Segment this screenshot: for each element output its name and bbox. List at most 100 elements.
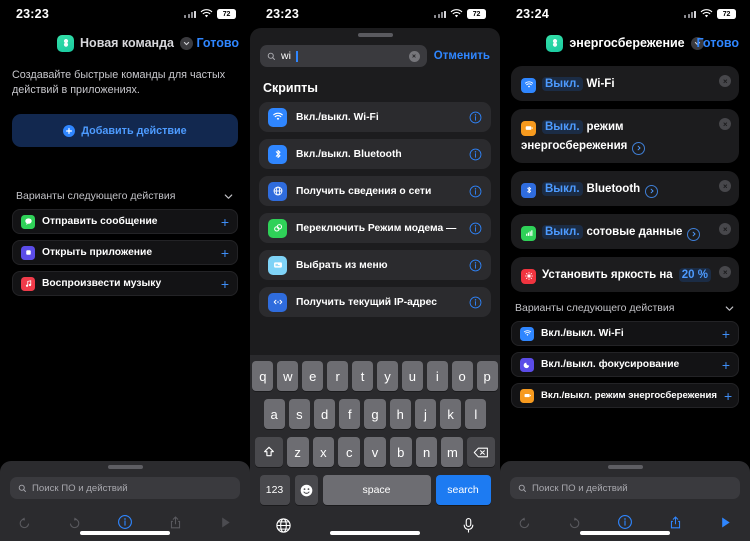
- remove-circle-icon[interactable]: [719, 75, 731, 87]
- toggle-token[interactable]: Выкл.: [542, 120, 583, 134]
- info-icon[interactable]: [469, 296, 482, 309]
- action-card[interactable]: Установить яркость на 20 %: [511, 257, 739, 292]
- list-item[interactable]: Вкл./выкл. режим энергосбережения +: [511, 383, 739, 408]
- key-n[interactable]: n: [415, 437, 438, 467]
- info-icon[interactable]: [469, 148, 482, 161]
- key-h[interactable]: h: [389, 399, 411, 429]
- info-icon[interactable]: [617, 514, 633, 530]
- list-item[interactable]: Вкл./выкл. Wi-Fi: [259, 102, 491, 132]
- list-item[interactable]: Воспроизвести музыку +: [12, 271, 238, 296]
- clear-circle-icon[interactable]: [408, 50, 420, 62]
- plus-icon[interactable]: +: [221, 246, 229, 260]
- numbers-key[interactable]: 123: [259, 475, 290, 505]
- microphone-icon[interactable]: [461, 517, 476, 539]
- key-m[interactable]: m: [441, 437, 464, 467]
- key-b[interactable]: b: [389, 437, 412, 467]
- list-item[interactable]: Выбрать из меню: [259, 250, 491, 280]
- list-item[interactable]: Вкл./выкл. Bluetooth: [259, 139, 491, 169]
- list-item[interactable]: Переключить Режим модема —: [259, 213, 491, 243]
- action-card[interactable]: Выкл. Bluetooth: [511, 171, 739, 206]
- chevron-down-icon[interactable]: [223, 191, 234, 202]
- brightness-value[interactable]: 20 %: [678, 268, 711, 282]
- key-q[interactable]: q: [252, 361, 274, 391]
- key-j[interactable]: j: [414, 399, 437, 429]
- chevron-right-icon[interactable]: [645, 184, 659, 198]
- key-x[interactable]: x: [312, 437, 335, 467]
- key-y[interactable]: y: [377, 361, 398, 391]
- sheet-grabber[interactable]: [607, 465, 643, 469]
- redo-icon[interactable]: [67, 515, 82, 530]
- plus-icon[interactable]: +: [722, 327, 730, 341]
- search-input[interactable]: Поиск ПО и действий: [510, 477, 740, 499]
- sheet-grabber[interactable]: [107, 465, 143, 469]
- plus-icon[interactable]: +: [722, 358, 730, 372]
- shift-icon[interactable]: [254, 437, 283, 467]
- key-l[interactable]: l: [465, 399, 487, 429]
- suggestions-header[interactable]: Варианты следующего действия: [12, 190, 238, 202]
- plus-icon[interactable]: +: [221, 215, 229, 229]
- backspace-icon[interactable]: [467, 437, 496, 467]
- emoji-icon[interactable]: [294, 475, 318, 505]
- shortcut-title-group[interactable]: Новая команда: [57, 34, 193, 52]
- globe-key-icon[interactable]: [275, 517, 292, 539]
- list-item[interactable]: Вкл./выкл. фокусирование +: [511, 352, 739, 377]
- key-t[interactable]: t: [352, 361, 373, 391]
- key-w[interactable]: w: [277, 361, 299, 391]
- remove-circle-icon[interactable]: [719, 266, 731, 278]
- plus-icon[interactable]: +: [221, 277, 229, 291]
- search-input[interactable]: wi: [260, 45, 427, 67]
- share-icon[interactable]: [668, 515, 683, 530]
- chevron-right-icon[interactable]: [632, 141, 646, 155]
- play-icon[interactable]: [718, 515, 733, 530]
- remove-circle-icon[interactable]: [719, 118, 731, 130]
- remove-circle-icon[interactable]: [719, 223, 731, 235]
- list-item[interactable]: Открыть приложение +: [12, 240, 238, 265]
- key-e[interactable]: e: [302, 361, 324, 391]
- remove-circle-icon[interactable]: [719, 180, 731, 192]
- info-icon[interactable]: [469, 111, 482, 124]
- redo-icon[interactable]: [567, 515, 582, 530]
- search-input[interactable]: Поиск ПО и действий: [10, 477, 240, 499]
- key-k[interactable]: k: [440, 399, 462, 429]
- toggle-token[interactable]: Выкл.: [542, 77, 583, 91]
- list-item[interactable]: Вкл./выкл. Wi-Fi +: [511, 321, 739, 346]
- share-icon[interactable]: [168, 515, 183, 530]
- done-button[interactable]: Готово: [696, 36, 739, 50]
- key-z[interactable]: z: [286, 437, 309, 467]
- key-g[interactable]: g: [364, 399, 386, 429]
- key-c[interactable]: c: [338, 437, 361, 467]
- key-v[interactable]: v: [364, 437, 386, 467]
- key-f[interactable]: f: [339, 399, 361, 429]
- play-icon[interactable]: [218, 515, 233, 530]
- info-icon[interactable]: [469, 259, 482, 272]
- key-p[interactable]: p: [476, 361, 498, 391]
- key-d[interactable]: d: [313, 399, 336, 429]
- key-s[interactable]: s: [288, 399, 310, 429]
- plus-icon[interactable]: +: [724, 389, 732, 403]
- done-button[interactable]: Готово: [196, 36, 239, 50]
- suggestions-header[interactable]: Варианты следующего действия: [511, 302, 739, 314]
- add-action-button[interactable]: Добавить действие: [12, 114, 238, 147]
- key-a[interactable]: a: [263, 399, 285, 429]
- action-card[interactable]: Выкл. режим энергосбережения: [511, 109, 739, 163]
- info-icon[interactable]: [469, 222, 482, 235]
- chevron-right-icon[interactable]: [687, 227, 701, 241]
- info-icon[interactable]: [117, 514, 133, 530]
- chevron-down-icon[interactable]: [179, 36, 193, 50]
- action-card[interactable]: Выкл. Wi-Fi: [511, 66, 739, 101]
- toggle-token[interactable]: Выкл.: [542, 225, 583, 239]
- list-item[interactable]: Получить сведения о сети: [259, 176, 491, 206]
- undo-icon[interactable]: [517, 515, 532, 530]
- key-o[interactable]: o: [451, 361, 473, 391]
- chevron-down-icon[interactable]: [724, 303, 735, 314]
- shortcut-title-group[interactable]: энергосбережение: [546, 34, 704, 52]
- undo-icon[interactable]: [17, 515, 32, 530]
- search-key[interactable]: search: [435, 475, 491, 505]
- list-item[interactable]: Отправить сообщение +: [12, 209, 238, 234]
- action-card[interactable]: Выкл. сотовые данные: [511, 214, 739, 249]
- key-r[interactable]: r: [327, 361, 349, 391]
- toggle-token[interactable]: Выкл.: [542, 182, 583, 196]
- list-item[interactable]: Получить текущий IP-адрес: [259, 287, 491, 317]
- cancel-button[interactable]: Отменить: [434, 50, 490, 62]
- key-i[interactable]: i: [426, 361, 448, 391]
